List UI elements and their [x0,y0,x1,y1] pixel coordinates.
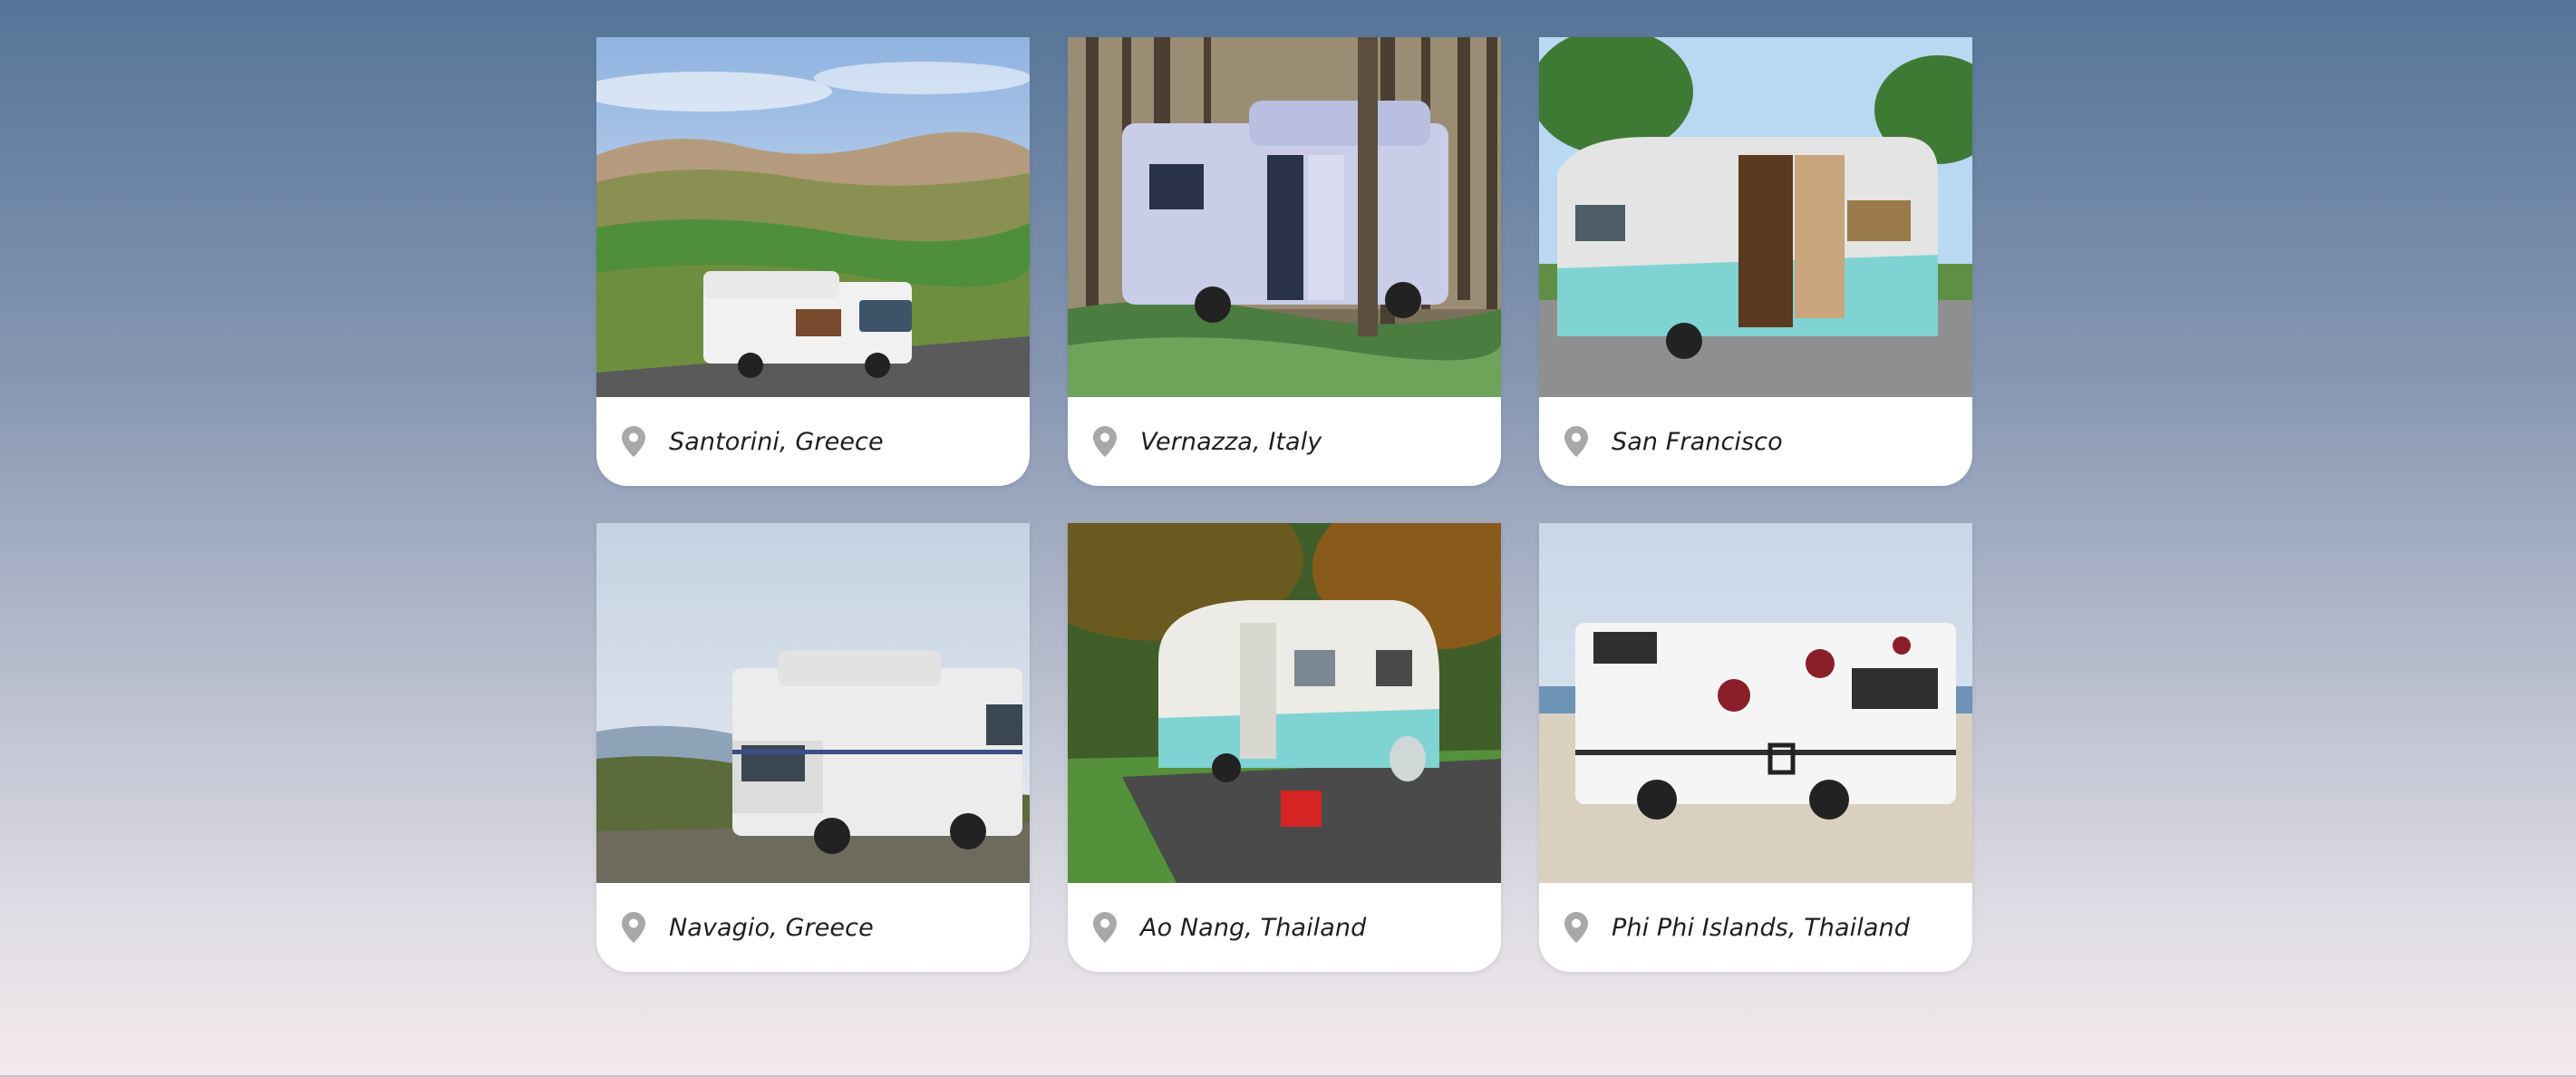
destination-card-santorini[interactable]: Santorini, Greece [596,37,1030,486]
destination-caption: Vernazza, Italy [1068,397,1501,486]
destination-location: Phi Phi Islands, Thailand [1612,913,1910,942]
destination-location: Navagio, Greece [669,913,874,942]
destination-location: Ao Nang, Thailand [1140,913,1367,942]
destination-caption: San Francisco [1539,397,1972,486]
map-marker-icon [1564,912,1588,943]
destination-card-ao-nang[interactable]: Ao Nang, Thailand [1068,523,1501,972]
destination-caption: Santorini, Greece [596,397,1030,486]
map-marker-icon [1093,426,1117,457]
destination-card-san-francisco[interactable]: San Francisco [1539,37,1972,486]
destination-photo[interactable] [1068,37,1501,397]
destination-photo[interactable] [1068,523,1501,883]
destination-photo[interactable] [596,523,1030,883]
destination-location: Vernazza, Italy [1140,427,1322,456]
destination-location: Santorini, Greece [669,427,884,456]
map-marker-icon [622,912,645,943]
destination-location: San Francisco [1612,427,1783,456]
destination-card-phi-phi-islands[interactable]: Phi Phi Islands, Thailand [1539,523,1972,972]
destination-caption: Navagio, Greece [596,883,1030,972]
destination-card-navagio[interactable]: Navagio, Greece [596,523,1030,972]
map-marker-icon [1564,426,1588,457]
destination-card-vernazza[interactable]: Vernazza, Italy [1068,37,1501,486]
destination-photo[interactable] [1539,523,1972,883]
map-marker-icon [622,426,645,457]
map-marker-icon [1093,912,1117,943]
destination-grid: Santorini, Greece Vernazza, Italy San Fr… [596,37,1972,972]
destination-photo[interactable] [596,37,1030,397]
destination-caption: Ao Nang, Thailand [1068,883,1501,972]
destination-photo[interactable] [1539,37,1972,397]
destination-caption: Phi Phi Islands, Thailand [1539,883,1972,972]
